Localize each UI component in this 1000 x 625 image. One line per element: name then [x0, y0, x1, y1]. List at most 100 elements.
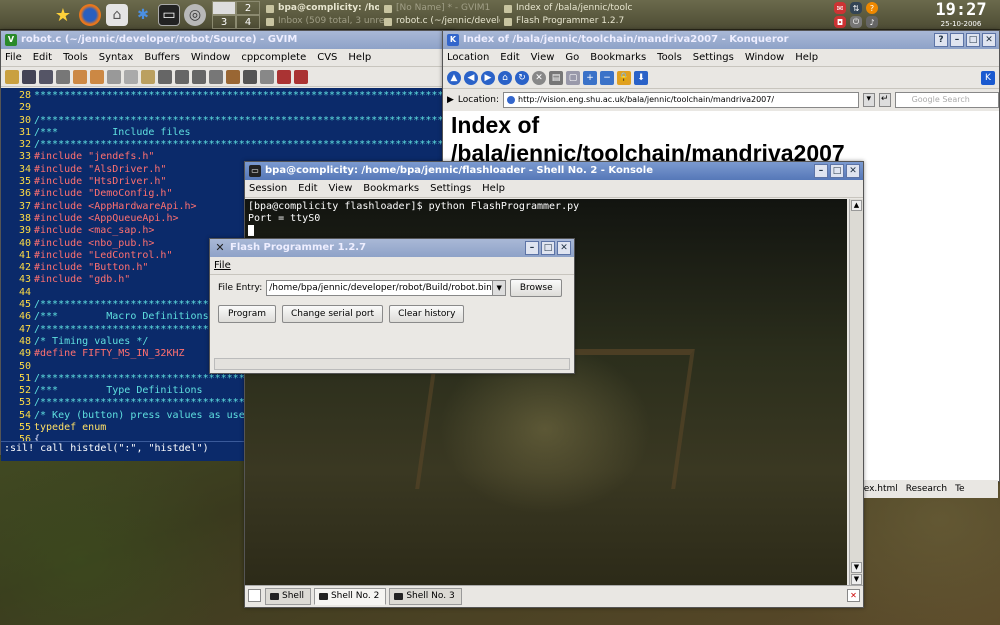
gvim-titlebar[interactable]: V robot.c (~/jennic/developer/robot/Sour… — [1, 31, 454, 49]
new-session-icon[interactable] — [248, 589, 261, 602]
scroll-down-button[interactable]: ▼ — [851, 562, 862, 573]
menu-help[interactable]: Help — [348, 52, 371, 63]
clear-history-button[interactable]: Clear history — [389, 305, 465, 323]
help-icon[interactable]: ? — [866, 2, 878, 14]
close-button[interactable]: ✕ — [557, 241, 571, 255]
copy-icon[interactable]: ▢ — [566, 70, 580, 85]
task-inbox[interactable]: Inbox (509 total, 3 unread) — [264, 15, 384, 28]
dropdown-arrow-icon[interactable]: ▼ — [492, 281, 506, 295]
kde-icon[interactable]: ✱ — [132, 4, 154, 26]
power-icon[interactable]: ⏻ — [850, 16, 862, 28]
file-entry-input[interactable]: /home/bpa/jennic/developer/robot/Build/r… — [266, 280, 507, 296]
reload-icon[interactable]: ↻ — [515, 70, 529, 85]
settings-icon[interactable]: ◎ — [184, 4, 206, 26]
clear-location-icon[interactable]: ▶ — [447, 95, 454, 105]
menu-tools[interactable]: Tools — [63, 52, 88, 63]
help-button[interactable]: ? — [934, 33, 948, 47]
menu-settings[interactable]: Settings — [430, 183, 471, 194]
tab-shell-2[interactable]: Shell No. 2 — [313, 588, 387, 605]
print-icon[interactable]: ▤ — [549, 70, 563, 85]
task-konqueror[interactable]: Index of /bala/jennic/toolch — [502, 2, 632, 15]
find-icon[interactable] — [158, 69, 172, 84]
run-icon[interactable] — [243, 69, 257, 84]
make-icon[interactable] — [226, 69, 240, 84]
volume-icon[interactable]: ♪ — [866, 16, 878, 28]
task-gvim1[interactable]: [No Name] * - GVIM1 — [382, 2, 500, 15]
clipboard-icon[interactable]: ◘ — [834, 16, 846, 28]
minimize-button[interactable]: – — [814, 164, 828, 178]
menu-edit[interactable]: Edit — [298, 183, 317, 194]
close-button[interactable]: ✕ — [982, 33, 996, 47]
flash-titlebar[interactable]: ✕ Flash Programmer 1.2.7 – □ ✕ — [210, 239, 574, 257]
close-session-icon[interactable]: ✕ — [847, 589, 860, 602]
menu-file[interactable]: File — [5, 52, 22, 63]
help-icon[interactable] — [277, 69, 291, 84]
change-serial-port-button[interactable]: Change serial port — [282, 305, 384, 323]
zoom-in-icon[interactable]: + — [583, 70, 597, 85]
location-go-icon[interactable]: ↵ — [878, 93, 891, 107]
menu-settings[interactable]: Settings — [693, 52, 734, 63]
minimize-button[interactable]: – — [950, 33, 964, 47]
menu-help[interactable]: Help — [795, 52, 818, 63]
tab-shell[interactable]: Shell — [265, 588, 311, 605]
network-icon[interactable]: ⇅ — [850, 2, 862, 14]
menu-buffers[interactable]: Buffers — [144, 52, 180, 63]
menu-bookmarks[interactable]: Bookmarks — [363, 183, 419, 194]
print-icon[interactable] — [56, 69, 70, 84]
save-icon[interactable] — [22, 69, 36, 84]
search-input[interactable]: Google Search — [894, 92, 999, 108]
maximize-button[interactable]: □ — [830, 164, 844, 178]
menu-cvs[interactable]: CVS — [317, 52, 337, 63]
menu-window[interactable]: Window — [745, 52, 784, 63]
zoom-out-icon[interactable]: − — [600, 70, 614, 85]
menu-view[interactable]: View — [329, 183, 353, 194]
firefox-icon[interactable] — [79, 4, 101, 26]
clock[interactable]: 19:27 25-10-2006 — [930, 0, 992, 30]
task-flash-programmer[interactable]: Flash Programmer 1.2.7 — [502, 15, 632, 28]
menu-location[interactable]: Location — [447, 52, 489, 63]
menu-help[interactable]: Help — [482, 183, 505, 194]
mail-icon[interactable]: ✉ — [834, 2, 846, 14]
url-input[interactable]: http://vision.eng.shu.ac.uk/bala/jennic/… — [503, 92, 859, 108]
konqueror-titlebar[interactable]: K Index of /bala/jennic/toolchain/mandri… — [443, 31, 999, 49]
menu-view[interactable]: View — [531, 52, 555, 63]
menu-cppcomplete[interactable]: cppcomplete — [241, 52, 306, 63]
scroll-up-button[interactable]: ▲ — [851, 200, 862, 211]
menu-syntax[interactable]: Syntax — [99, 52, 134, 63]
maximize-button[interactable]: □ — [966, 33, 980, 47]
program-button[interactable]: Program — [218, 305, 276, 323]
menu-file[interactable]: File — [214, 260, 231, 271]
menu-edit[interactable]: Edit — [500, 52, 519, 63]
find-help-icon[interactable] — [294, 69, 308, 84]
tab-shell-3[interactable]: Shell No. 3 — [389, 588, 462, 605]
open-icon[interactable] — [5, 69, 19, 84]
security-icon[interactable]: 🔒 — [617, 70, 631, 85]
desktop-4[interactable]: 4 — [236, 15, 260, 29]
menu-window[interactable]: Window — [191, 52, 230, 63]
paste-icon[interactable] — [141, 69, 155, 84]
bookmark-te[interactable]: Te — [955, 484, 965, 494]
go-icon[interactable]: ▾ — [862, 93, 875, 107]
menu-session[interactable]: Session — [249, 183, 287, 194]
terminal-scrollbar[interactable]: ▲ ▼ ▼ — [849, 199, 863, 587]
menu-tools[interactable]: Tools — [657, 52, 682, 63]
terminal-icon[interactable]: ▭ — [158, 4, 180, 26]
download-icon[interactable]: ⬇ — [634, 70, 648, 85]
find-prev-icon[interactable] — [192, 69, 206, 84]
task-konsole[interactable]: bpa@complicity: /home/bp — [264, 2, 379, 15]
menu-edit[interactable]: Edit — [33, 52, 52, 63]
browse-button[interactable]: Browse — [510, 279, 563, 297]
desktop-3[interactable]: 3 — [212, 15, 236, 29]
tag-icon[interactable] — [260, 69, 274, 84]
menu-bookmarks[interactable]: Bookmarks — [590, 52, 646, 63]
home-icon[interactable]: ⌂ — [498, 70, 512, 85]
session-icon[interactable] — [209, 69, 223, 84]
scroll-end-button[interactable]: ▼ — [851, 574, 862, 585]
save-all-icon[interactable] — [39, 69, 53, 84]
bookmark-research[interactable]: Research — [906, 484, 947, 494]
back-icon[interactable]: ◀ — [464, 70, 478, 85]
redo-icon[interactable] — [90, 69, 104, 84]
task-gvim[interactable]: robot.c (~/jennic/developer — [382, 15, 500, 28]
star-icon[interactable]: ★ — [52, 4, 74, 26]
file-manager-icon[interactable]: ⌂ — [106, 4, 128, 26]
